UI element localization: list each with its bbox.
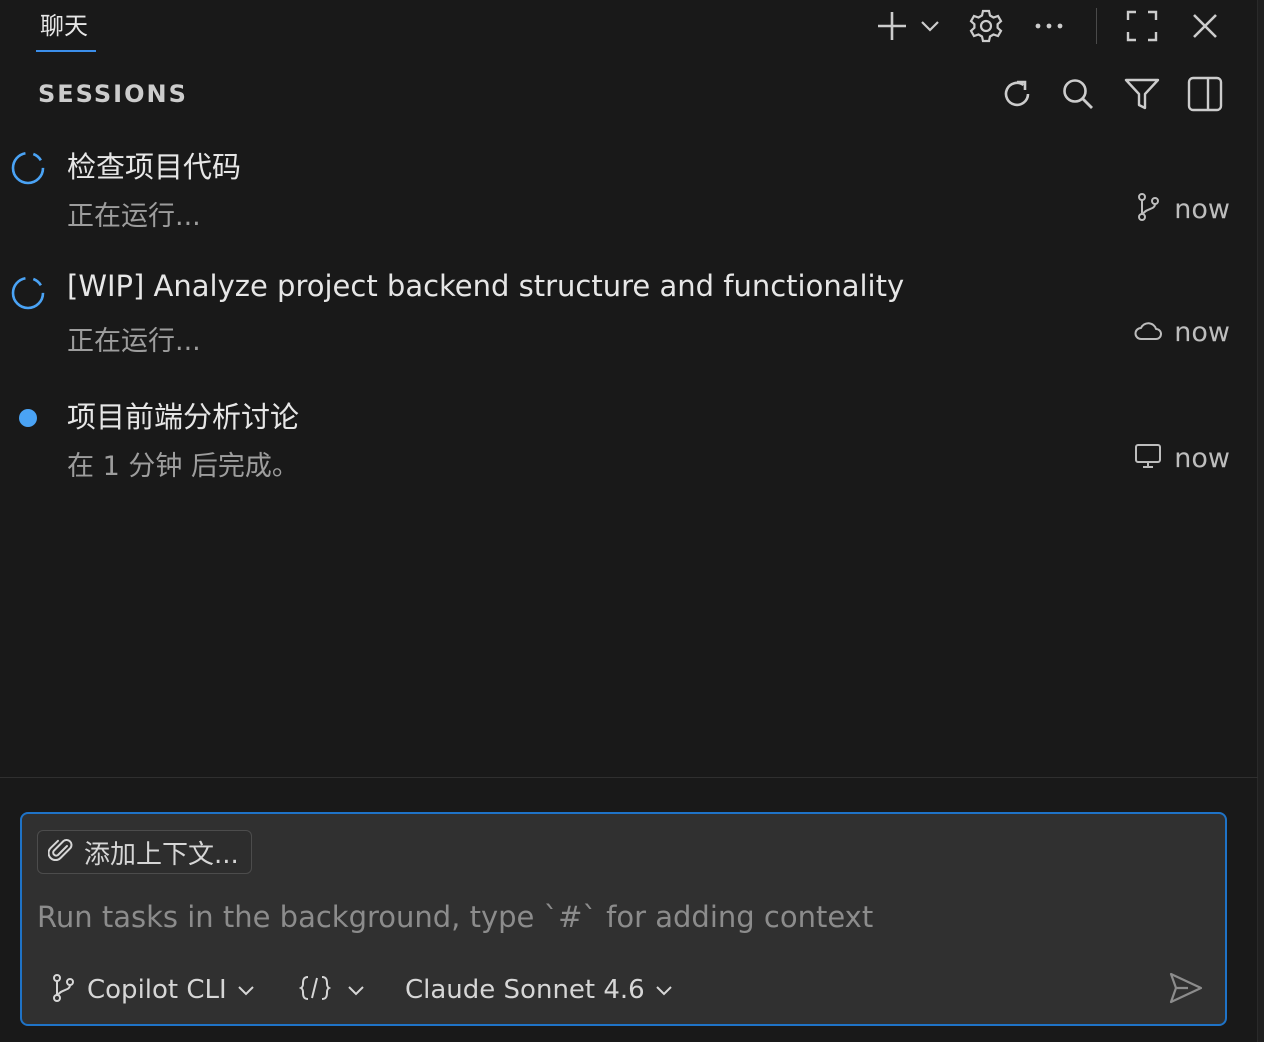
sessions-title: SESSIONS	[38, 80, 188, 108]
session-time: now	[1174, 442, 1230, 474]
monitor-icon	[1134, 442, 1162, 474]
send-icon	[1168, 971, 1204, 1009]
chevron-down-icon	[237, 981, 255, 1000]
prompt-input[interactable]: Run tasks in the background, type `#` fo…	[37, 900, 873, 934]
model-label: Claude Sonnet 4.6	[405, 975, 645, 1005]
close-icon[interactable]	[1185, 6, 1225, 46]
ellipsis-icon[interactable]	[1029, 6, 1069, 46]
plus-icon[interactable]	[872, 6, 912, 46]
chevron-down-icon	[347, 981, 365, 1000]
add-context-button[interactable]: 添加上下文...	[37, 830, 252, 874]
session-item[interactable]: 项目前端分析讨论 在 1 分钟 后完成。 now	[0, 390, 1264, 500]
active-tab-indicator	[36, 50, 96, 52]
gear-icon[interactable]	[966, 6, 1006, 46]
session-item[interactable]: 检查项目代码 正在运行... now	[0, 140, 1264, 250]
chat-input-box[interactable]: 添加上下文... Run tasks in the background, ty…	[20, 812, 1227, 1026]
mode-picker[interactable]	[298, 968, 365, 1012]
session-meta: now	[1134, 442, 1230, 474]
session-status-text: 正在运行...	[67, 201, 201, 232]
title-bar: 聊天	[0, 0, 1264, 56]
cloud-icon	[1134, 320, 1163, 346]
chevron-down-icon[interactable]	[912, 6, 948, 46]
paperclip-icon	[47, 836, 74, 868]
add-context-label: 添加上下文...	[84, 839, 239, 870]
session-meta: now	[1136, 192, 1230, 226]
toolbar-separator	[1096, 8, 1097, 44]
session-status-text: 正在运行...	[67, 326, 201, 357]
session-title: [WIP] Analyze project backend structure …	[67, 269, 905, 303]
model-picker[interactable]: Claude Sonnet 4.6	[405, 968, 673, 1012]
session-status-text: 在 1 分钟 后完成。	[67, 451, 299, 482]
session-time: now	[1174, 193, 1230, 225]
chat-panel: 聊天 SESSIONS 检查项目代码 正在运行... now [WIP] Ana…	[0, 0, 1264, 1042]
filter-icon[interactable]	[1122, 74, 1162, 114]
session-time: now	[1174, 317, 1230, 348]
chevron-down-icon	[655, 981, 673, 1000]
maximize-icon[interactable]	[1122, 6, 1162, 46]
session-title: 项目前端分析讨论	[67, 400, 300, 434]
search-icon[interactable]	[1058, 74, 1098, 114]
unread-dot-icon	[10, 400, 46, 436]
send-button[interactable]	[1162, 968, 1210, 1012]
session-meta: now	[1134, 317, 1230, 348]
git-branch-icon	[51, 973, 77, 1007]
tab-chat[interactable]: 聊天	[36, 8, 92, 52]
session-item[interactable]: [WIP] Analyze project backend structure …	[0, 265, 1264, 375]
panel-divider	[0, 777, 1258, 778]
git-branch-icon	[1136, 192, 1162, 226]
session-title: 检查项目代码	[67, 150, 242, 184]
running-spinner-icon	[10, 275, 46, 311]
agent-picker[interactable]: Copilot CLI	[51, 968, 255, 1012]
running-spinner-icon	[10, 150, 46, 186]
agent-label: Copilot CLI	[87, 975, 227, 1005]
refresh-icon[interactable]	[997, 74, 1037, 114]
split-panel-icon[interactable]	[1185, 74, 1225, 114]
sessions-header: SESSIONS	[0, 66, 1264, 122]
code-brackets-icon	[298, 973, 332, 1007]
input-toolbar: Copilot CLI Claude Sonnet 4.6	[37, 968, 1210, 1012]
